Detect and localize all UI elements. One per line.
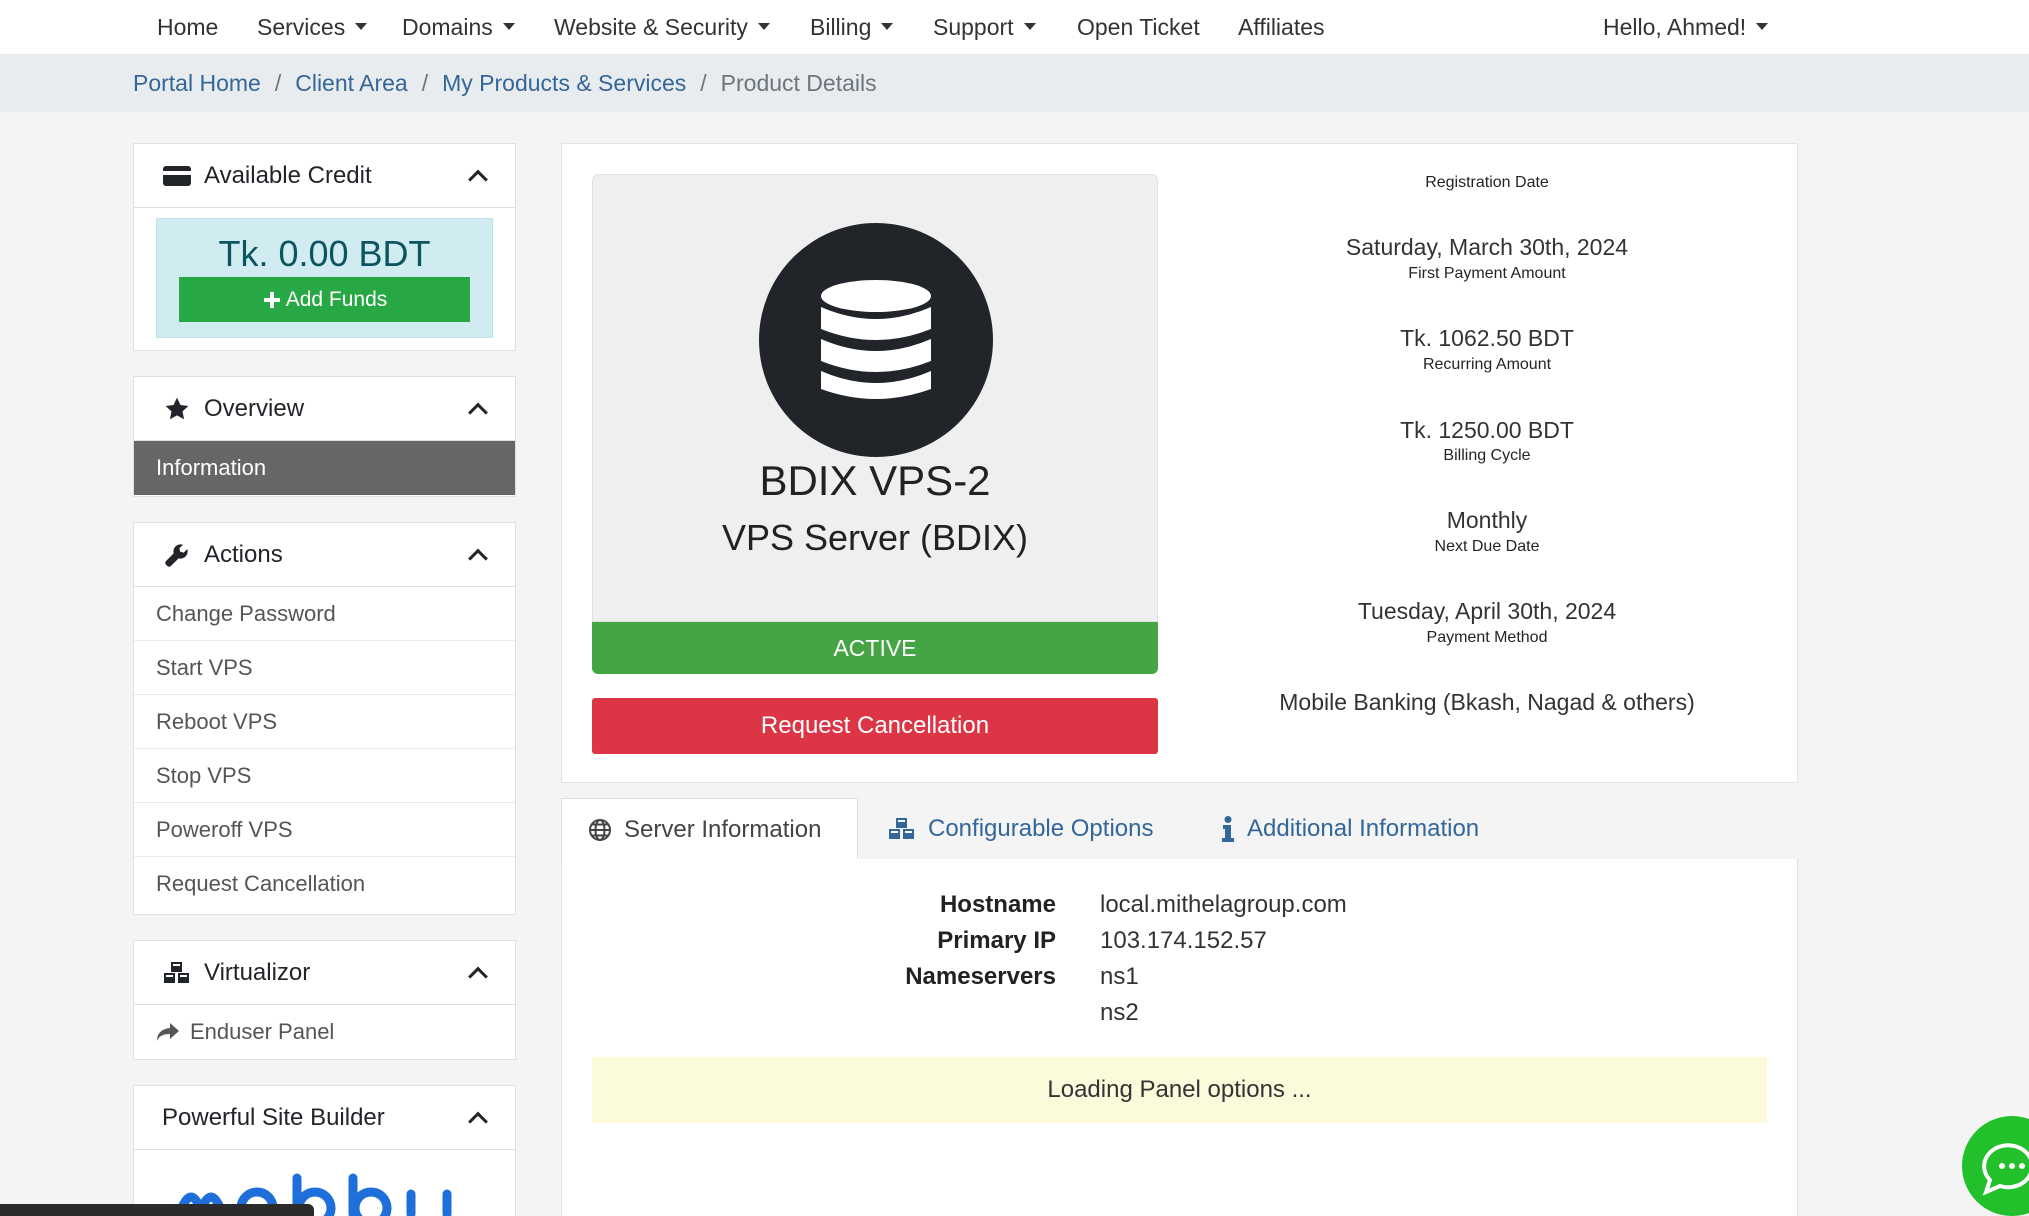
info-billing-cycle-label: Billing Cycle: [1443, 447, 1531, 464]
product-group: VPS Server (BDIX): [721, 517, 1029, 558]
product-details-panel: BDIX VPS-2 VPS Server (BDIX) ACTIVE Requ…: [561, 143, 1798, 783]
wrench-icon: [162, 542, 192, 568]
chevron-up-icon[interactable]: [468, 548, 488, 568]
virtualizor-card: Virtualizor Enduser Panel: [133, 940, 516, 1060]
info-first-payment-label: First Payment Amount: [1408, 265, 1566, 282]
cubes-icon: [888, 817, 916, 841]
info-registration-date: Saturday, March 30th, 2024: [1345, 234, 1629, 260]
breadcrumb-client-area[interactable]: Client Area: [295, 70, 408, 97]
nav-support[interactable]: Support: [933, 0, 1036, 54]
chevron-up-icon[interactable]: [468, 169, 488, 189]
nameservers-row-2: ns2: [562, 999, 1797, 1035]
credit-card-header[interactable]: Available Credit: [134, 144, 515, 208]
primary-ip-label: Primary IP: [937, 927, 1056, 954]
hostname-label: Hostname: [939, 891, 1056, 918]
caret-down-icon: [881, 22, 894, 30]
star-icon: [162, 396, 192, 422]
sidebar-item-enduser-panel[interactable]: Enduser Panel: [134, 1005, 515, 1059]
sidebar-item-information[interactable]: Information: [134, 441, 515, 495]
overview-card-header[interactable]: Overview: [134, 377, 515, 441]
credit-card: Available Credit Tk. 0.00 BDT Add Funds: [133, 143, 516, 351]
chat-widget-button[interactable]: [1962, 1116, 2029, 1216]
hostname-row: Hostname local.mithelagroup.com: [562, 891, 1797, 927]
nav-affiliates[interactable]: Affiliates: [1238, 0, 1325, 54]
info-billing-cycle: Monthly: [1446, 507, 1528, 533]
nav-open-ticket[interactable]: Open Ticket: [1077, 0, 1200, 54]
info-recurring: Tk. 1250.00 BDT: [1400, 417, 1574, 443]
cubes-icon: [162, 961, 192, 985]
info-next-due: Tuesday, April 30th, 2024: [1357, 598, 1617, 624]
hostname-value: local.mithelagroup.com: [1100, 891, 1347, 918]
sidebar-item-reboot-vps[interactable]: Reboot VPS: [134, 695, 515, 749]
site-builder-card-header[interactable]: Powerful Site Builder: [134, 1086, 515, 1150]
nameserver-1: ns1: [1100, 963, 1139, 990]
nav-home[interactable]: Home: [157, 0, 218, 54]
server-information-panel: Hostname local.mithelagroup.com Primary …: [561, 859, 1798, 1216]
chat-icon: [1982, 1143, 2029, 1196]
caret-down-icon: [757, 22, 770, 30]
virtualizor-card-header[interactable]: Virtualizor: [134, 941, 515, 1005]
actions-card: Actions Change Password Start VPS Reboot…: [133, 522, 516, 915]
caret-down-icon: [1756, 22, 1769, 30]
info-registration-date-label: Registration Date: [1425, 174, 1549, 191]
database-icon: [759, 223, 993, 457]
info-next-due-label: Next Due Date: [1434, 538, 1540, 555]
actions-card-header[interactable]: Actions: [134, 523, 515, 587]
info-icon: [1221, 816, 1235, 842]
info-first-payment: Tk. 1062.50 BDT: [1400, 325, 1574, 351]
sidebar-item-poweroff-vps[interactable]: Poweroff VPS: [134, 803, 515, 857]
overview-card: Overview Information: [133, 376, 516, 497]
caret-down-icon: [355, 22, 368, 30]
nav-domains[interactable]: Domains: [402, 0, 515, 54]
product-summary-box: BDIX VPS-2 VPS Server (BDIX): [592, 174, 1158, 622]
sidebar-item-stop-vps[interactable]: Stop VPS: [134, 749, 515, 803]
info-recurring-label: Recurring Amount: [1422, 356, 1552, 373]
primary-ip-row: Primary IP 103.174.152.57: [562, 927, 1797, 963]
primary-ip-value: 103.174.152.57: [1100, 927, 1267, 954]
sidebar-item-start-vps[interactable]: Start VPS: [134, 641, 515, 695]
credit-card-icon: [162, 165, 192, 186]
sidebar-item-request-cancellation[interactable]: Request Cancellation: [134, 857, 515, 911]
info-payment-method-label: Payment Method: [1426, 629, 1548, 646]
nameservers-row: Nameservers ns1: [562, 963, 1797, 999]
caret-down-icon: [502, 22, 515, 30]
info-payment-method: Mobile Banking (Bkash, Nagad & others): [1279, 689, 1695, 715]
credit-box: Tk. 0.00 BDT Add Funds: [156, 218, 493, 338]
breadcrumb-portal-home[interactable]: Portal Home: [133, 70, 261, 97]
share-icon: [157, 1023, 179, 1041]
nav-services[interactable]: Services: [257, 0, 368, 54]
breadcrumb-separator: /: [421, 69, 429, 96]
breadcrumb: Portal Home / Client Area / My Products …: [133, 54, 877, 112]
breadcrumb-current: Product Details: [720, 69, 877, 96]
loading-panel-options: Loading Panel options ...: [592, 1057, 1767, 1123]
tab-configurable-options[interactable]: Configurable Options: [888, 798, 1153, 860]
chevron-up-icon[interactable]: [468, 402, 488, 422]
breadcrumb-separator: /: [700, 69, 707, 96]
nameservers-label: Nameservers: [905, 963, 1056, 990]
chevron-up-icon[interactable]: [468, 1111, 488, 1131]
breadcrumb-products-services[interactable]: My Products & Services: [442, 70, 686, 97]
status-badge: ACTIVE: [592, 622, 1158, 674]
tab-server-information[interactable]: Server Information: [561, 798, 858, 860]
breadcrumb-separator: /: [274, 69, 282, 96]
request-cancellation-button[interactable]: Request Cancellation: [592, 698, 1158, 754]
breadcrumb-bar: Portal Home / Client Area / My Products …: [0, 54, 2029, 112]
status-bar-url: [0, 1204, 314, 1216]
product-name: BDIX VPS-2: [759, 457, 991, 504]
nameserver-2: ns2: [1100, 999, 1139, 1026]
credit-amount: Tk. 0.00 BDT: [218, 233, 431, 274]
add-funds-button[interactable]: Add Funds: [179, 277, 470, 322]
nav-billing[interactable]: Billing: [810, 0, 894, 54]
sidebar-item-change-password[interactable]: Change Password: [134, 587, 515, 641]
tab-additional-information[interactable]: Additional Information: [1221, 798, 1479, 860]
top-navbar: Home Services Domains Website & Security…: [0, 0, 2029, 54]
product-tabs: Server Information Configurable Options …: [561, 798, 1798, 860]
globe-icon: [588, 818, 612, 842]
user-menu[interactable]: Hello, Ahmed!: [1603, 0, 1769, 54]
plus-icon: [263, 291, 280, 308]
chevron-up-icon[interactable]: [468, 966, 488, 986]
caret-down-icon: [1023, 22, 1036, 30]
nav-website-security[interactable]: Website & Security: [554, 0, 770, 54]
